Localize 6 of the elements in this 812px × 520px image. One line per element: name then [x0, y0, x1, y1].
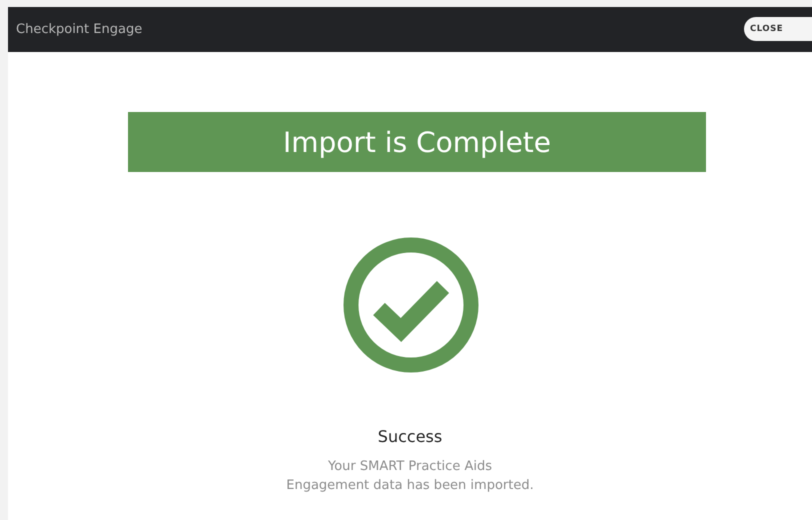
banner-title: Import is Complete	[128, 112, 706, 172]
status-message: Your SMART Practice Aids Engagement data has been imported.	[286, 458, 534, 495]
check-circle-icon	[343, 237, 479, 373]
window-title: Checkpoint Engage	[16, 22, 142, 37]
status-heading: Success	[378, 427, 442, 446]
close-button[interactable]: CLOSE	[744, 17, 812, 41]
